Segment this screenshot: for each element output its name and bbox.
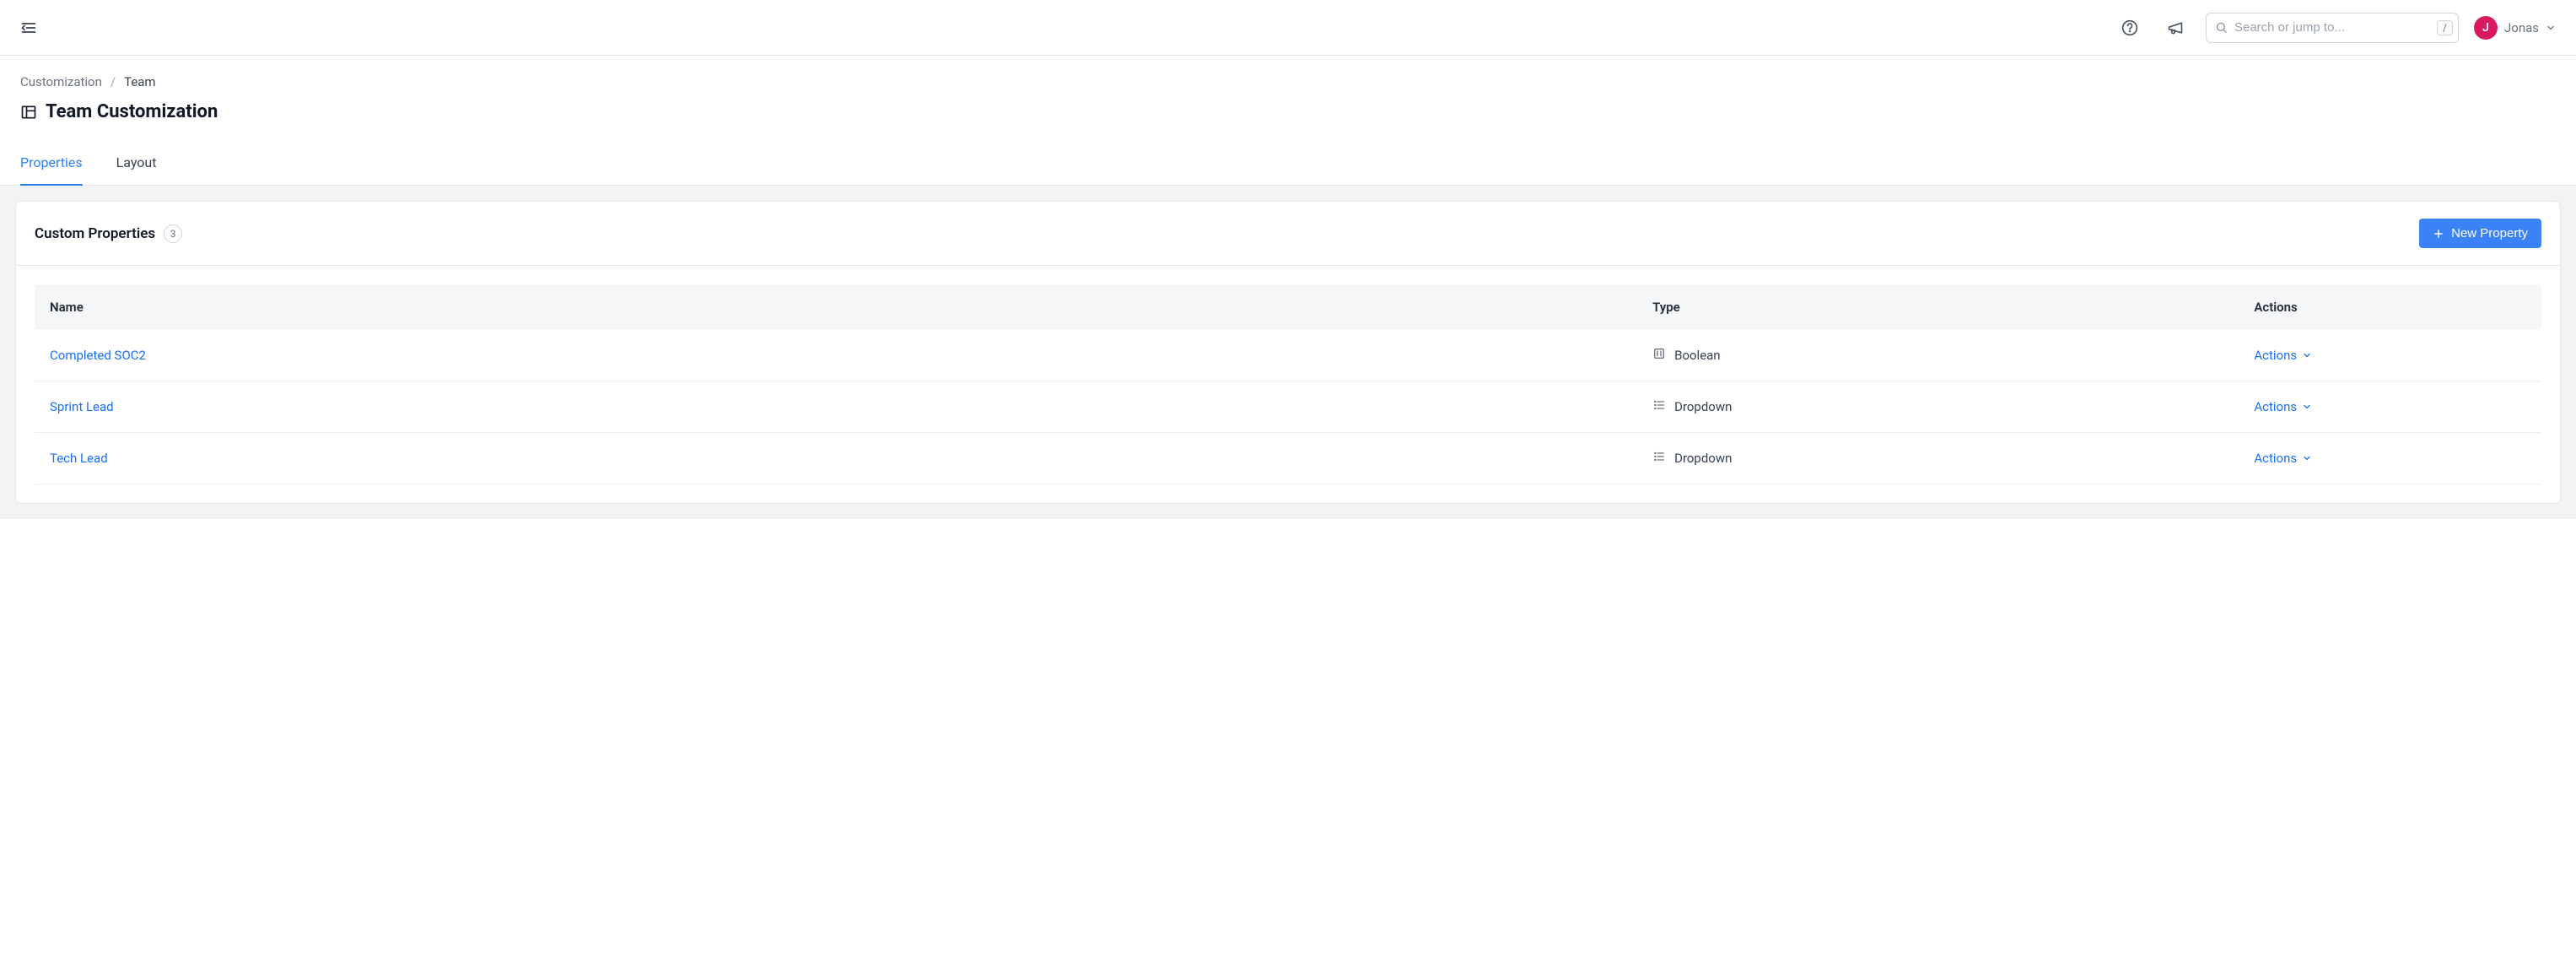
table-row: Sprint Lead Dropdown Actions: [35, 381, 2541, 433]
breadcrumb-root[interactable]: Customization: [20, 74, 102, 89]
new-property-button[interactable]: New Property: [2419, 219, 2541, 248]
plus-icon: [2433, 228, 2444, 240]
breadcrumb-current: Team: [124, 74, 156, 89]
user-name-label: Jonas: [2504, 20, 2539, 35]
chevron-down-icon: [2302, 402, 2312, 412]
panel-header: Custom Properties 3 New Property: [16, 202, 2560, 266]
col-header-actions: Actions: [2240, 284, 2541, 330]
search-shortcut-hint: /: [2437, 20, 2453, 35]
col-header-type: Type: [1639, 284, 2240, 330]
breadcrumb: Customization / Team: [20, 74, 2556, 89]
content-wrap: Custom Properties 3 New Property Name Ty…: [0, 186, 2576, 519]
announcements-button[interactable]: [2160, 13, 2191, 43]
new-property-label: New Property: [2451, 226, 2528, 240]
page-title: Team Customization: [46, 101, 218, 122]
row-actions-menu[interactable]: Actions: [2254, 451, 2528, 466]
breadcrumb-separator: /: [110, 74, 116, 89]
col-header-name: Name: [35, 284, 1639, 330]
list-icon: [1652, 398, 1666, 412]
search-box[interactable]: /: [2206, 13, 2459, 43]
row-actions-menu[interactable]: Actions: [2254, 399, 2528, 414]
actions-label: Actions: [2254, 399, 2297, 414]
table-row: Tech Lead Dropdown Actions: [35, 433, 2541, 484]
help-button[interactable]: [2115, 13, 2145, 43]
table-row: Completed SOC2 Boolean Actions: [35, 330, 2541, 381]
property-name-link[interactable]: Tech Lead: [50, 451, 108, 466]
property-type-label: Dropdown: [1674, 451, 1732, 466]
sidebar-toggle-button[interactable]: [20, 19, 37, 36]
property-type-label: Boolean: [1674, 348, 1721, 363]
topbar-right: / J Jonas: [2115, 13, 2556, 43]
tabs: Properties Layout: [0, 143, 2576, 186]
topbar: / J Jonas: [0, 0, 2576, 56]
chevron-down-icon: [2302, 453, 2312, 463]
list-icon: [1652, 450, 1666, 463]
layout-icon: [20, 104, 37, 121]
custom-properties-panel: Custom Properties 3 New Property Name Ty…: [15, 201, 2561, 504]
property-name-link[interactable]: Completed SOC2: [50, 348, 146, 363]
tab-layout[interactable]: Layout: [116, 143, 157, 186]
chevron-down-icon: [2302, 350, 2312, 360]
properties-table: Name Type Actions Completed SOC2 Boolean…: [35, 284, 2541, 484]
avatar: J: [2474, 16, 2498, 40]
search-icon: [2215, 21, 2228, 34]
megaphone-icon: [2167, 19, 2184, 36]
properties-count-badge: 3: [164, 224, 182, 243]
property-name-link[interactable]: Sprint Lead: [50, 399, 114, 414]
user-menu[interactable]: J Jonas: [2474, 16, 2556, 40]
property-type-label: Dropdown: [1674, 399, 1732, 414]
tab-properties[interactable]: Properties: [20, 143, 83, 186]
actions-label: Actions: [2254, 348, 2297, 363]
actions-label: Actions: [2254, 451, 2297, 466]
page-header: Customization / Team Team Customization: [0, 56, 2576, 122]
chevron-down-icon: [2546, 23, 2556, 33]
search-input[interactable]: [2234, 20, 2430, 35]
row-actions-menu[interactable]: Actions: [2254, 348, 2528, 363]
boolean-icon: [1652, 347, 1666, 360]
panel-title: Custom Properties: [35, 225, 155, 242]
help-icon: [2121, 19, 2138, 36]
